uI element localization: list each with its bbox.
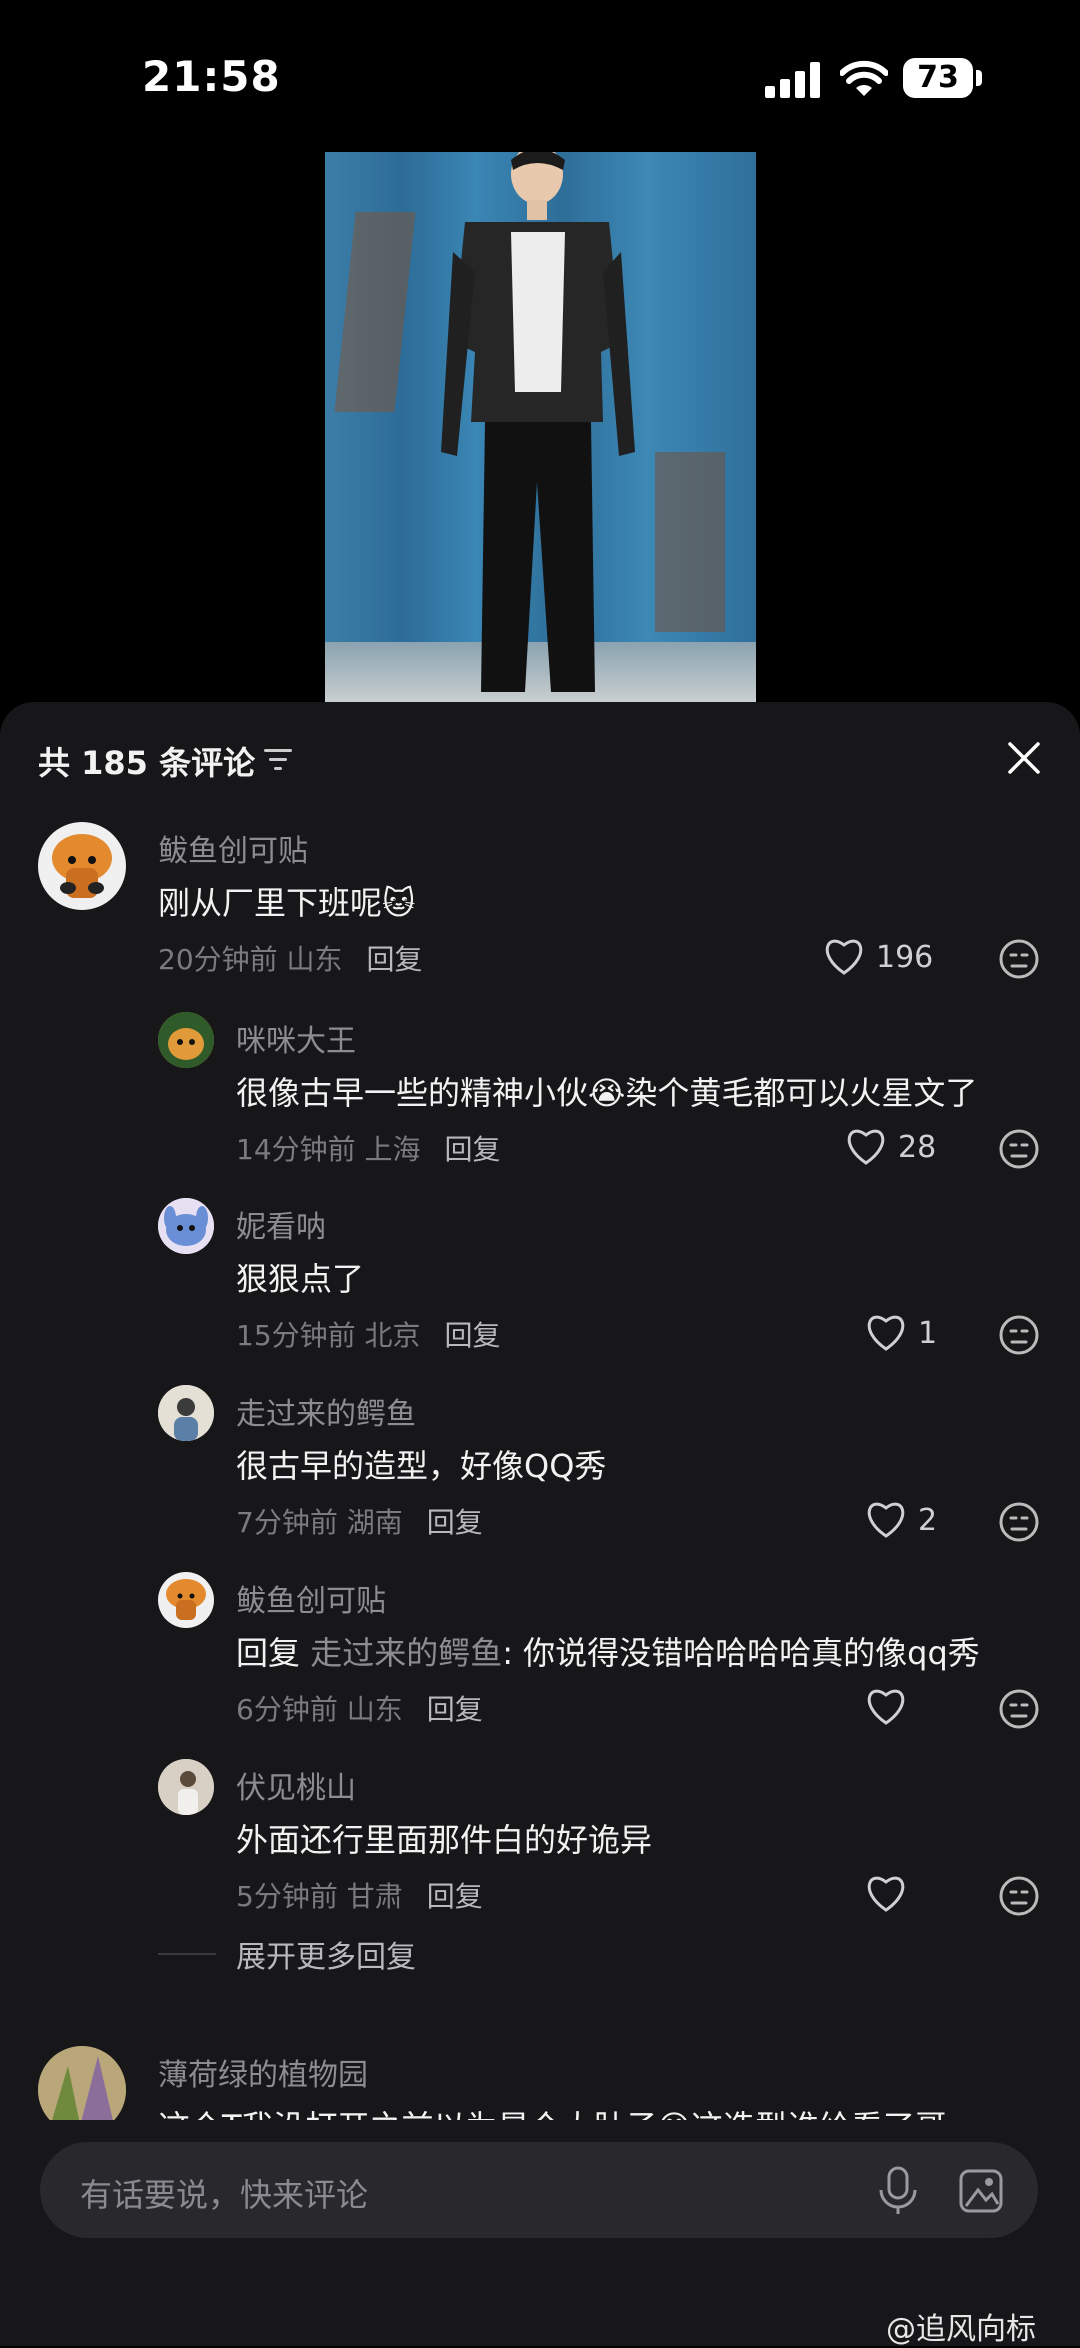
comment-time-location: 20分钟前 山东 [158,943,343,976]
emoji-reaction-icon[interactable] [998,1128,1040,1170]
emoji-reaction-icon[interactable] [998,938,1040,980]
comment-meta: 6分钟前 山东 回复 [236,1688,483,1728]
comment-reply-item: 妮看呐 狠狠点了 15分钟前 北京 回复 1 [0,1198,1080,1368]
comment-username[interactable]: 鲅鱼创可贴 [158,826,308,870]
comment-username[interactable]: 伏见桃山 [236,1763,356,1807]
emoji-reaction-icon[interactable] [998,1501,1040,1543]
image-picker-icon[interactable] [958,2168,1004,2214]
like-button[interactable] [864,1686,912,1730]
comment-meta: 20分钟前 山东 回复 [158,938,423,978]
comment-text: 狠狠点了 [236,1260,365,1298]
status-bar: 21:58 73 [0,0,1080,150]
like-button[interactable] [864,1873,912,1917]
comment-item: 鲅鱼创可贴 刚从厂里下班呢🐱 20分钟前 山东 回复 196 [0,822,1080,992]
like-count: 1 [918,1316,938,1351]
battery-tip [976,70,982,86]
comment-count: 共 185 条评论 [38,744,256,782]
avatar[interactable] [158,1198,214,1254]
comment-time-location: 15分钟前 北京 [236,1319,421,1352]
comment-text: 很古早的造型，好像QQ秀 [236,1447,607,1485]
photo-avatar-icon [158,1385,214,1441]
battery-indicator: 73 [903,58,973,98]
close-icon[interactable] [1004,738,1044,778]
reply-prefix: 回复 [236,1634,311,1672]
expand-more-label: 展开更多回复 [236,1940,416,1975]
heart-icon [867,1315,905,1351]
emoji-reaction-icon[interactable] [998,1314,1040,1356]
comment-username[interactable]: 薄荷绿的植物园 [158,2050,368,2094]
comment-reply-item: 咪咪大王 很像古早一些的精神小伙😭染个黄毛都可以火星文了 14分钟前 上海 回复 … [0,1012,1080,1182]
comment-reply-item: 伏见桃山 外面还行里面那件白的好诡异 5分钟前 甘肃 回复 [0,1759,1080,1929]
comment-input-placeholder: 有话要说，快来评论 [80,2176,369,2214]
emoji-reaction-icon[interactable] [998,1688,1040,1730]
avatar[interactable] [38,822,126,910]
heart-icon [867,1876,905,1912]
reply-button[interactable]: 回复 [427,1693,483,1726]
reply-target-username[interactable]: 走过来的鳄鱼 [310,1634,502,1672]
heart-icon [825,939,863,975]
comment-time-location: 6分钟前 山东 [236,1693,403,1726]
video-player[interactable] [325,152,756,702]
like-button[interactable]: 1 [864,1312,944,1356]
sort-icon[interactable] [262,746,294,774]
comments-header: 共 185 条评论 [0,702,1080,812]
avatar[interactable] [158,1759,214,1815]
wifi-icon [840,60,888,96]
comments-sheet: 共 185 条评论 鲅鱼创可贴 刚从厂里下班呢🐱 20分钟前 山东回复 196 [0,702,1080,2346]
avatar[interactable] [158,1385,214,1441]
like-count: 28 [898,1130,937,1165]
comment-text: 外面还行里面那件白的好诡异 [236,1821,653,1859]
reply-button[interactable]: 回复 [427,1506,483,1539]
comment-item: 薄荷绿的植物园 这个T我没打开之前以为是个大肚子😅这造型谁给看了哥 [0,2046,1080,2146]
comment-time-location: 14分钟前 上海 [236,1133,421,1166]
reply-button[interactable]: 回复 [427,1880,483,1913]
comment-username[interactable]: 妮看呐 [236,1202,326,1246]
cartoon-avatar-icon [158,1198,214,1254]
watermark: @追风向标 [886,2312,1036,2347]
reply-button[interactable]: 回复 [445,1319,501,1352]
comment-reply-item: 鲅鱼创可贴 回复 走过来的鳄鱼: 你说得没错哈哈哈哈真的像qq秀 6分钟前 山东… [0,1572,1080,1742]
like-button[interactable]: 28 [844,1126,944,1170]
comment-input[interactable]: 有话要说，快来评论 [40,2142,1038,2238]
comment-reply-item: 走过来的鳄鱼 很古早的造型，好像QQ秀 7分钟前 湖南 回复 2 [0,1385,1080,1555]
comment-meta: 7分钟前 湖南 回复 [236,1501,483,1541]
mushroom-avatar-icon [166,1579,206,1620]
comment-meta: 5分钟前 甘肃 回复 [236,1875,483,1915]
like-count: 196 [876,940,934,975]
divider-line [158,1953,216,1955]
heart-icon [867,1502,905,1538]
comment-text: 回复 走过来的鳄鱼: 你说得没错哈哈哈哈真的像qq秀 [236,1628,980,1674]
comment-time-location: 5分钟前 甘肃 [236,1880,403,1913]
heart-icon [867,1689,905,1725]
like-count: 2 [918,1503,938,1538]
comment-meta: 15分钟前 北京 回复 [236,1314,501,1354]
comment-username[interactable]: 咪咪大王 [236,1016,356,1060]
cellular-signal-icon [765,62,820,98]
video-person-figure [441,152,635,692]
comment-time-location: 7分钟前 湖南 [236,1506,403,1539]
status-time: 21:58 [142,52,281,101]
heart-icon [847,1129,885,1165]
cat-avatar-icon [158,1012,214,1068]
comment-meta: 14分钟前 上海 回复 [236,1128,501,1168]
expand-more-replies-button[interactable]: 展开更多回复 [158,1932,558,1976]
like-button[interactable]: 2 [864,1499,944,1543]
reply-button[interactable]: 回复 [445,1133,501,1166]
mushroom-avatar-icon [52,834,112,898]
comment-text: 刚从厂里下班呢🐱 [158,884,416,922]
reply-button[interactable]: 回复 [367,943,423,976]
emoji-reaction-icon[interactable] [998,1875,1040,1917]
reply-body: : 你说得没错哈哈哈哈真的像qq秀 [502,1634,980,1672]
comment-text: 很像古早一些的精神小伙😭染个黄毛都可以火星文了 [236,1074,978,1112]
microphone-icon[interactable] [876,2166,920,2216]
avatar[interactable] [158,1012,214,1068]
comment-username[interactable]: 走过来的鳄鱼 [236,1389,416,1433]
avatar[interactable] [158,1572,214,1628]
like-button[interactable]: 196 [822,936,942,980]
photo-avatar-icon [158,1759,214,1815]
comment-username[interactable]: 鲅鱼创可贴 [236,1576,386,1620]
